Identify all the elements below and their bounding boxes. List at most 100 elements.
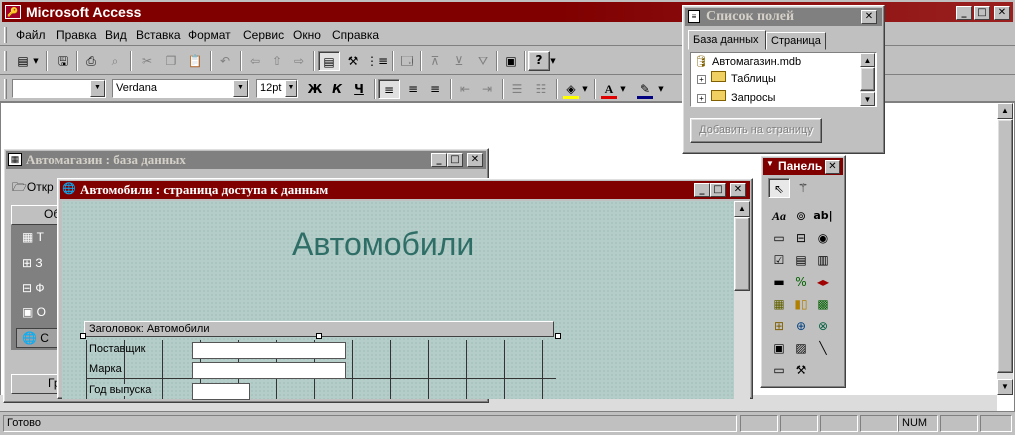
expand-control-icon[interactable]: ⊟ <box>790 228 812 248</box>
rectangle-icon[interactable]: ▭ <box>768 360 790 380</box>
page-heading[interactable]: Автомобили <box>292 226 474 263</box>
field-label-year[interactable]: Год выпуска <box>89 384 152 396</box>
expand-icon[interactable]: + <box>697 94 706 103</box>
menu-insert[interactable]: Вставка <box>136 28 181 42</box>
hyperlink-icon[interactable]: % <box>790 272 812 292</box>
field-textbox-brand[interactable] <box>192 362 346 379</box>
underline-button[interactable]: Ч <box>348 79 370 99</box>
control-wizards-icon[interactable]: ⚚ <box>792 178 814 198</box>
numbering-icon[interactable]: ☰ <box>506 79 528 99</box>
fill-color-dropdown-icon[interactable]: ▼ <box>580 79 590 99</box>
picture-icon[interactable]: ▨ <box>790 338 812 358</box>
menu-tools[interactable]: Сервис <box>243 28 284 42</box>
db-minimize-icon[interactable]: _ <box>431 153 447 167</box>
chevron-down-icon[interactable]: ▼ <box>233 80 248 97</box>
scroll-thumb[interactable] <box>997 119 1013 373</box>
field-textbox-supplier[interactable] <box>192 342 346 359</box>
align-center-icon[interactable]: ≡ <box>402 79 424 99</box>
chevron-down-icon[interactable]: ▼ <box>90 80 105 97</box>
page-scrollbar[interactable]: ▲ <box>734 201 750 399</box>
page-minimize-icon[interactable]: _ <box>694 183 710 197</box>
dropdown-list-icon[interactable]: ▤ <box>790 250 812 270</box>
tables-icon[interactable]: ▦ Т <box>22 230 44 244</box>
up-icon[interactable]: ⇧ <box>266 51 288 71</box>
line-color-dropdown-icon[interactable]: ▼ <box>656 79 666 99</box>
workspace-scrollbar[interactable]: ▲ ▼ <box>997 103 1013 395</box>
sorting-grouping-icon[interactable]: ⋮≡ <box>366 51 388 71</box>
menu-edit[interactable]: Правка <box>56 28 97 42</box>
copy-icon[interactable]: ❐ <box>160 51 182 71</box>
page-close-icon[interactable]: ✕ <box>730 183 746 197</box>
back-icon[interactable]: ⇦ <box>244 51 266 71</box>
tree-item-queries[interactable]: Запросы <box>731 92 775 104</box>
option-button-icon[interactable]: ◉ <box>812 228 834 248</box>
scroll-up-icon[interactable]: ▲ <box>734 201 750 217</box>
decrease-indent-icon[interactable]: ⇤ <box>454 79 476 99</box>
scroll-up-icon[interactable]: ▲ <box>997 103 1013 119</box>
page-maximize-icon[interactable]: □ <box>710 183 726 197</box>
menu-format[interactable]: Формат <box>188 28 231 42</box>
more-controls-icon[interactable]: ⚒ <box>790 360 812 380</box>
pages-icon[interactable]: 🌐 С <box>16 328 60 348</box>
add-to-page-button[interactable]: Добавить на страницу <box>690 118 822 143</box>
cut-icon[interactable]: ✂ <box>136 51 158 71</box>
field-textbox-year[interactable] <box>192 383 250 400</box>
field-list-close-icon[interactable]: ✕ <box>861 10 877 24</box>
database-window-icon[interactable]: ▣ <box>500 51 522 71</box>
print-icon[interactable]: ⎙ <box>80 51 102 71</box>
scroll-thumb[interactable] <box>734 217 750 291</box>
filter-icon[interactable]: ⛛ <box>472 51 494 71</box>
image-hyperlink-icon[interactable]: ▦ <box>768 294 790 314</box>
close-icon[interactable]: ✕ <box>994 6 1010 20</box>
properties-icon[interactable]: 🗔 <box>396 51 418 71</box>
toolbox-icon[interactable]: ⚒ <box>342 51 364 71</box>
font-size-combo[interactable]: 12pt ▼ <box>256 79 298 98</box>
scroll-thumb[interactable] <box>860 67 875 91</box>
promote-icon[interactable]: ⊼ <box>424 51 446 71</box>
tree-item-tables[interactable]: Таблицы <box>731 73 776 85</box>
menu-file[interactable]: Файл <box>16 28 46 42</box>
minimize-icon[interactable]: _ <box>956 6 972 20</box>
menu-help[interactable]: Справка <box>332 28 379 42</box>
chevron-down-icon[interactable]: ▼ <box>285 80 297 97</box>
tab-database[interactable]: База данных <box>688 30 766 50</box>
movie-icon[interactable]: ▣ <box>768 338 790 358</box>
menu-view[interactable]: Вид <box>105 28 127 42</box>
scroll-up-icon[interactable]: ▲ <box>860 53 875 67</box>
undo-icon[interactable]: ↶ <box>214 51 236 71</box>
toolbox-close-icon[interactable]: ✕ <box>825 160 840 174</box>
resize-handle[interactable] <box>555 333 561 339</box>
field-label-supplier[interactable]: Поставщик <box>89 343 145 355</box>
save-icon[interactable]: 🖫 <box>52 51 74 71</box>
forms-icon[interactable]: ⊟ Ф <box>22 281 45 295</box>
scrolling-text-icon[interactable]: ▭ <box>768 228 790 248</box>
field-list-icon[interactable]: ▤ <box>318 51 340 71</box>
resize-handle[interactable] <box>316 333 322 339</box>
paste-icon[interactable]: 📋 <box>184 51 206 71</box>
db-open-button[interactable]: 🗁Откр <box>12 178 54 199</box>
italic-button[interactable]: К <box>326 79 348 99</box>
view-dropdown-icon[interactable]: ▼ <box>30 51 42 71</box>
align-left-icon[interactable]: ≡ <box>378 79 400 99</box>
reports-icon[interactable]: ▣ О <box>22 305 46 319</box>
help-dropdown-icon[interactable]: ▼ <box>548 51 558 71</box>
bullets-icon[interactable]: ☷ <box>530 79 552 99</box>
navigation-icon[interactable]: ◂▸ <box>812 272 834 292</box>
office-chart-icon[interactable]: ▮▯ <box>790 294 812 314</box>
tab-page[interactable]: Страница <box>766 32 826 50</box>
bold-button[interactable]: Ж <box>304 79 326 99</box>
scroll-down-icon[interactable]: ▼ <box>860 92 875 106</box>
group-by-table-icon[interactable]: ⊻ <box>448 51 470 71</box>
data-source-icon[interactable]: ⊗ <box>812 316 834 336</box>
expand-icon[interactable]: + <box>697 75 706 84</box>
style-combo[interactable]: ▼ <box>12 79 106 98</box>
record-navigation-icon[interactable]: ⊕ <box>790 316 812 336</box>
font-color-dropdown-icon[interactable]: ▼ <box>618 79 628 99</box>
bound-html-icon[interactable]: ⊚ <box>790 206 812 226</box>
align-right-icon[interactable]: ≡ <box>424 79 446 99</box>
checkbox-icon[interactable]: ☑ <box>768 250 790 270</box>
label-icon[interactable]: Aa <box>768 206 790 226</box>
font-name-combo[interactable]: Verdana ▼ <box>112 79 249 98</box>
forward-icon[interactable]: ⇨ <box>288 51 310 71</box>
print-preview-icon[interactable]: ⌕ <box>104 51 126 71</box>
